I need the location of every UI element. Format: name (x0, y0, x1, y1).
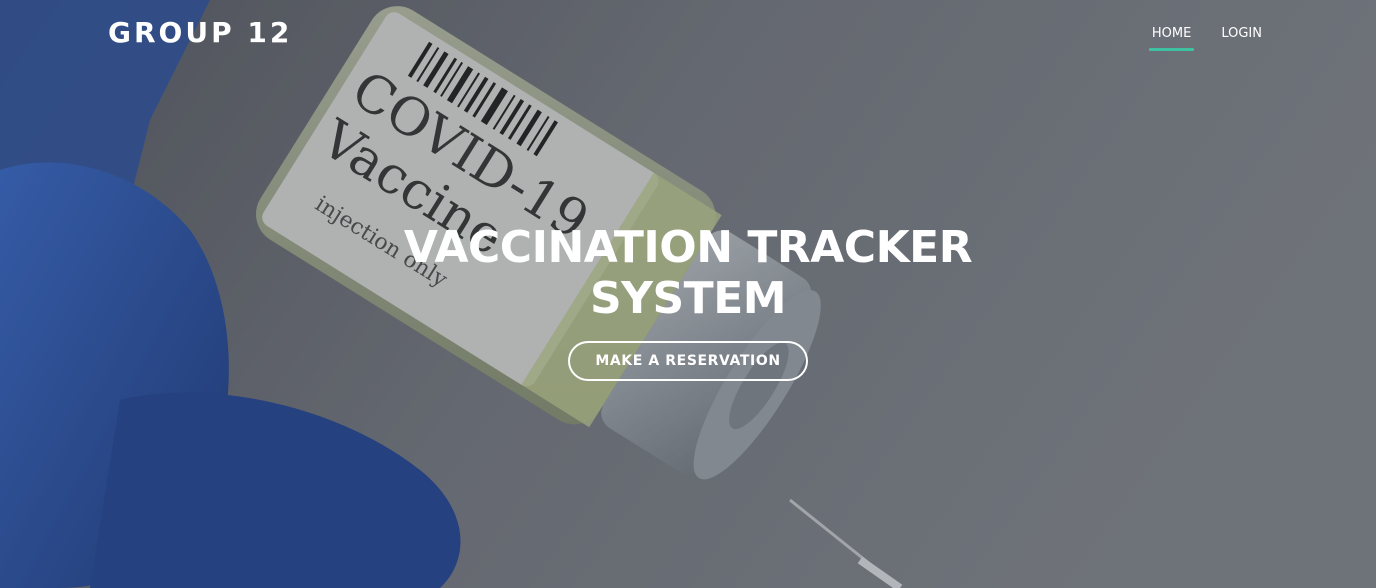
nav-item-home[interactable]: HOME (1148, 26, 1195, 51)
page-title: VACCINATION TRACKER SYSTEM (403, 222, 973, 324)
brand-logo[interactable]: GROUP 12 (108, 16, 292, 49)
hero-content: VACCINATION TRACKER SYSTEM MAKE A RESERV… (0, 222, 1376, 381)
hero-section: COVID-19 Vaccine injection only GROUP 12… (0, 0, 1376, 588)
nav-item-login[interactable]: LOGIN (1218, 26, 1265, 47)
make-reservation-button[interactable]: MAKE A RESERVATION (568, 341, 808, 381)
top-navigation: HOME LOGIN (1148, 26, 1265, 51)
